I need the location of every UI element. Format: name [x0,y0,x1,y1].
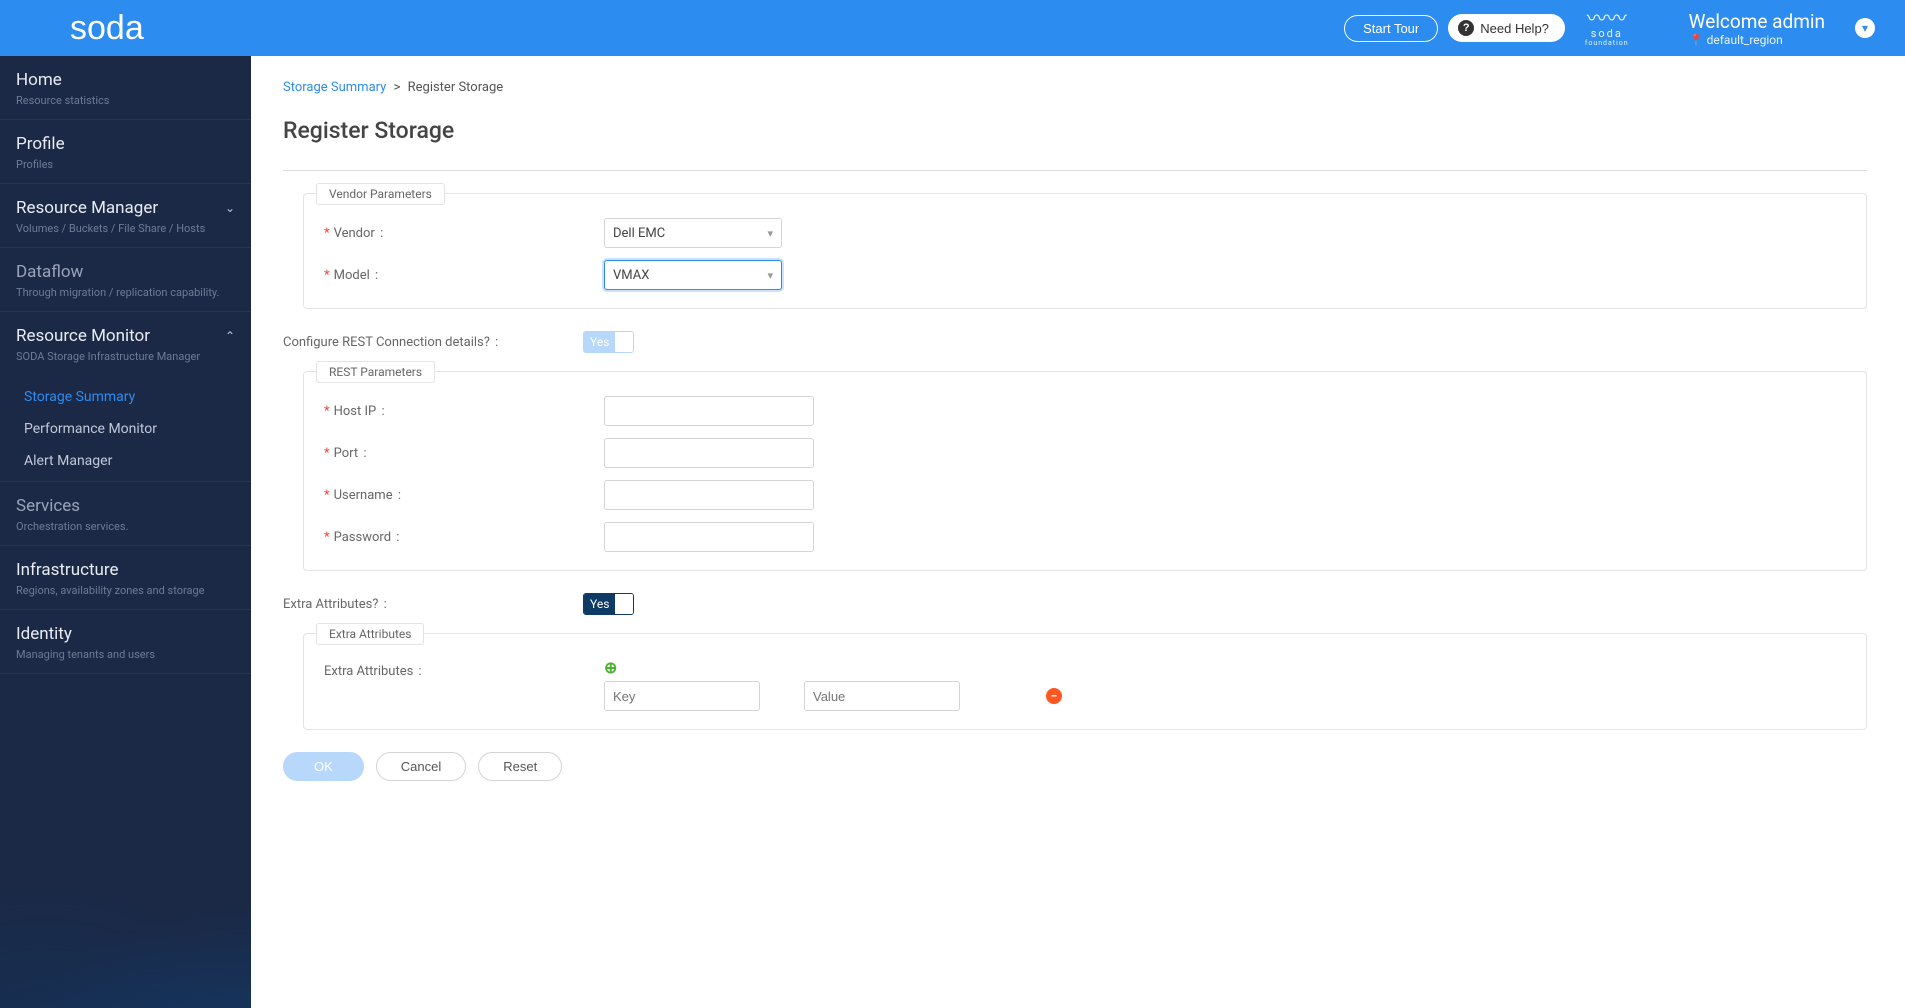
chevron-down-icon: ⌄ [225,201,235,215]
sidebar-item-resource-manager[interactable]: Resource Manager ⌄ Volumes / Buckets / F… [0,184,251,248]
extra-value-input[interactable] [804,681,960,711]
sidebar-item-home[interactable]: Home Resource statistics [0,56,251,120]
reset-button[interactable]: Reset [478,752,562,781]
extra-attributes-legend: Extra Attributes [316,623,424,645]
sidebar-item-storage-summary[interactable]: Storage Summary [0,381,251,413]
chevron-down-icon: ▾ [767,227,773,240]
rest-parameters-legend: REST Parameters [316,361,435,383]
breadcrumb-current: Register Storage [408,80,504,95]
sidebar-item-services[interactable]: Services Orchestration services. [0,482,251,546]
vendor-select[interactable]: Dell EMC ▾ [604,218,782,248]
breadcrumb-parent-link[interactable]: Storage Summary [283,80,386,95]
sidebar-item-profile[interactable]: Profile Profiles [0,120,251,184]
need-help-label: Need Help? [1480,21,1549,36]
region-text: 📍 default_region [1689,33,1825,47]
question-icon: ? [1458,20,1474,36]
need-help-button[interactable]: ? Need Help? [1448,14,1565,42]
welcome-text: Welcome admin [1689,10,1825,33]
extra-attributes-row-label: Extra Attributes : [324,658,604,679]
rest-parameters-fieldset: REST Parameters *Host IP : *Port : *User… [303,371,1867,571]
rest-toggle-label: Configure REST Connection details? : [283,335,583,350]
page-title: Register Storage [283,117,1867,144]
extra-attributes-fieldset: Extra Attributes Extra Attributes : ⊕ − [303,633,1867,730]
form-actions: OK Cancel Reset [283,752,1867,781]
sidebar-item-dataflow[interactable]: Dataflow Through migration / replication… [0,248,251,312]
username-label: *Username : [324,488,604,503]
location-icon: 📍 [1689,33,1704,47]
resource-monitor-submenu: Storage Summary Performance Monitor Aler… [0,375,251,482]
breadcrumb: Storage Summary > Register Storage [283,80,1867,95]
main-content: Storage Summary > Register Storage Regis… [251,56,1905,1008]
host-ip-label: *Host IP : [324,404,604,419]
sidebar-item-resource-monitor[interactable]: Resource Monitor ⌃ SODA Storage Infrastr… [0,312,251,375]
extra-attributes-toggle[interactable]: Yes [583,593,634,615]
user-welcome: Welcome admin 📍 default_region [1689,10,1825,47]
extra-key-input[interactable] [604,681,760,711]
ok-button[interactable]: OK [283,752,364,781]
chevron-down-icon: ▾ [767,269,773,282]
sidebar-item-identity[interactable]: Identity Managing tenants and users [0,610,251,674]
user-menu-toggle[interactable]: ▾ [1855,18,1875,38]
divider [283,170,1867,171]
dolphin-icon: 〰︎〰︎ [1585,8,1629,28]
sidebar-item-infrastructure[interactable]: Infrastructure Regions, availability zon… [0,546,251,610]
password-label: *Password : [324,530,604,545]
sidebar-item-alert-manager[interactable]: Alert Manager [0,445,251,477]
cancel-button[interactable]: Cancel [376,752,466,781]
app-logo: soda [0,9,251,48]
port-input[interactable] [604,438,814,468]
chevron-up-icon: ⌃ [225,329,235,343]
vendor-label: *Vendor : [324,226,604,241]
chevron-down-icon: ▾ [1862,21,1868,35]
port-label: *Port : [324,446,604,461]
host-ip-input[interactable] [604,396,814,426]
start-tour-button[interactable]: Start Tour [1344,15,1438,42]
username-input[interactable] [604,480,814,510]
vendor-parameters-legend: Vendor Parameters [316,183,445,205]
soda-foundation-logo: 〰︎〰︎ soda foundation [1585,8,1629,48]
model-select[interactable]: VMAX ▾ [604,260,782,290]
remove-attribute-icon[interactable]: − [1046,688,1062,704]
vendor-parameters-fieldset: Vendor Parameters *Vendor : Dell EMC ▾ *… [303,193,1867,309]
password-input[interactable] [604,522,814,552]
app-header: soda Start Tour ? Need Help? 〰︎〰︎ soda f… [0,0,1905,56]
sidebar: Home Resource statistics Profile Profile… [0,56,251,1008]
add-attribute-icon[interactable]: ⊕ [604,658,617,677]
sidebar-item-performance-monitor[interactable]: Performance Monitor [0,413,251,445]
rest-toggle[interactable]: Yes [583,331,634,353]
extra-toggle-label: Extra Attributes? : [283,597,583,612]
model-label: *Model : [324,268,604,283]
